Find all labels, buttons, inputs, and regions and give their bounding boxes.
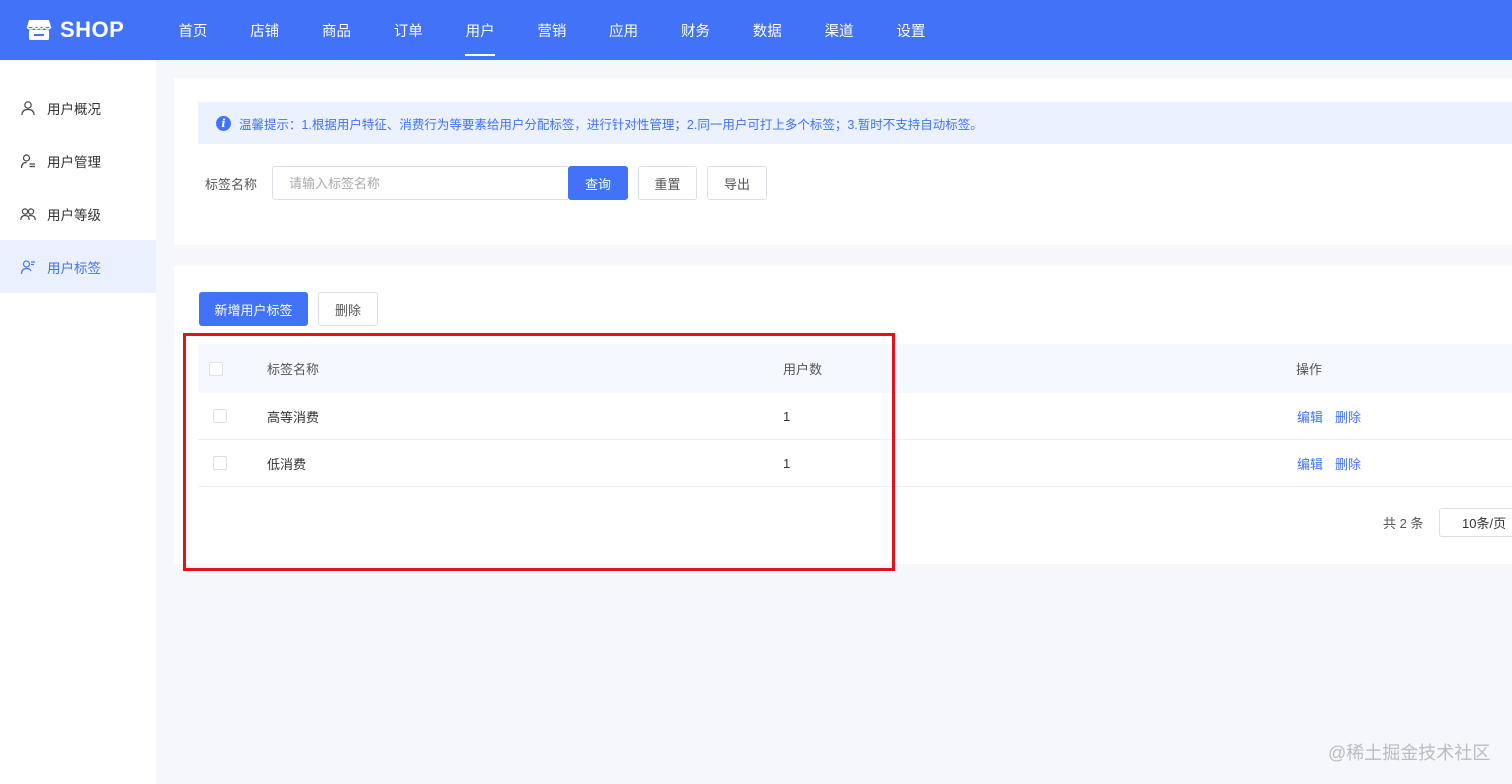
export-button[interactable]: 导出 (707, 166, 767, 200)
user-group-icon (20, 206, 36, 222)
sidebar-item-user-overview[interactable]: 用户概况 (0, 81, 156, 134)
nav-item-store[interactable]: 店铺 (229, 0, 301, 60)
nav-item-users[interactable]: 用户 (444, 0, 516, 60)
nav-item-orders[interactable]: 订单 (372, 0, 444, 60)
nav-item-finance[interactable]: 财务 (660, 0, 732, 60)
nav-item-channels[interactable]: 渠道 (803, 0, 875, 60)
sidebar-item-user-tags[interactable]: 用户标签 (0, 240, 156, 293)
sidebar-item-label: 用户概况 (47, 101, 101, 117)
actions-cell: 编辑 删除 (1297, 393, 1373, 439)
user-icon (20, 100, 36, 116)
main-nav: 首页 店铺 商品 订单 用户 营销 应用 财务 数据 渠道 设置 (157, 0, 947, 60)
batch-delete-button[interactable]: 删除 (318, 292, 378, 326)
filter-panel: i 温馨提示：1.根据用户特征、消费行为等要素给用户分配标签，进行针对性管理；2… (174, 78, 1512, 245)
nav-item-products[interactable]: 商品 (301, 0, 373, 60)
edit-link[interactable]: 编辑 (1297, 407, 1323, 426)
column-header-actions: 操作 (1296, 362, 1323, 377)
highlight-box (183, 333, 895, 571)
sidebar-item-label: 用户等级 (47, 207, 101, 223)
nav-item-apps[interactable]: 应用 (588, 0, 660, 60)
nav-item-settings[interactable]: 设置 (875, 0, 947, 60)
tag-name-label: 标签名称 (205, 177, 258, 192)
sidebar-item-label: 用户管理 (47, 154, 101, 170)
shop-icon (26, 18, 52, 42)
watermark: @稀土掘金技术社区 (1328, 743, 1491, 763)
reset-button[interactable]: 重置 (638, 166, 697, 200)
delete-link[interactable]: 删除 (1335, 407, 1361, 426)
actions-cell: 编辑 删除 (1297, 440, 1373, 486)
logo[interactable]: SHOP (26, 14, 124, 46)
logo-text: SHOP (60, 17, 125, 42)
sidebar-item-user-level[interactable]: 用户等级 (0, 187, 156, 240)
query-button[interactable]: 查询 (568, 166, 628, 200)
notice-text: 温馨提示：1.根据用户特征、消费行为等要素给用户分配标签，进行针对性管理；2.同… (239, 117, 983, 132)
delete-link[interactable]: 删除 (1335, 454, 1361, 473)
top-nav-bar: SHOP 首页 店铺 商品 订单 用户 营销 应用 财务 数据 渠道 设置 (0, 0, 1512, 60)
page-size-select[interactable]: 10条/页 (1439, 508, 1512, 537)
pagination-total: 共 2 条 (1383, 516, 1424, 531)
tag-name-input[interactable] (272, 166, 568, 200)
user-tag-icon (20, 259, 36, 275)
nav-item-data[interactable]: 数据 (731, 0, 803, 60)
sidebar-item-label: 用户标签 (47, 260, 101, 276)
sidebar: 用户概况 用户管理 用户等级 用户标签 (0, 60, 156, 784)
page-size-value: 10条/页 (1462, 516, 1507, 531)
edit-link[interactable]: 编辑 (1297, 454, 1323, 473)
info-icon: i (216, 115, 231, 131)
nav-item-marketing[interactable]: 营销 (516, 0, 588, 60)
user-list-icon (20, 153, 36, 169)
add-user-tag-button[interactable]: 新增用户标签 (199, 292, 308, 326)
sidebar-item-user-management[interactable]: 用户管理 (0, 134, 156, 187)
nav-item-home[interactable]: 首页 (157, 0, 229, 60)
notice-banner: i 温馨提示：1.根据用户特征、消费行为等要素给用户分配标签，进行针对性管理；2… (198, 102, 1512, 144)
